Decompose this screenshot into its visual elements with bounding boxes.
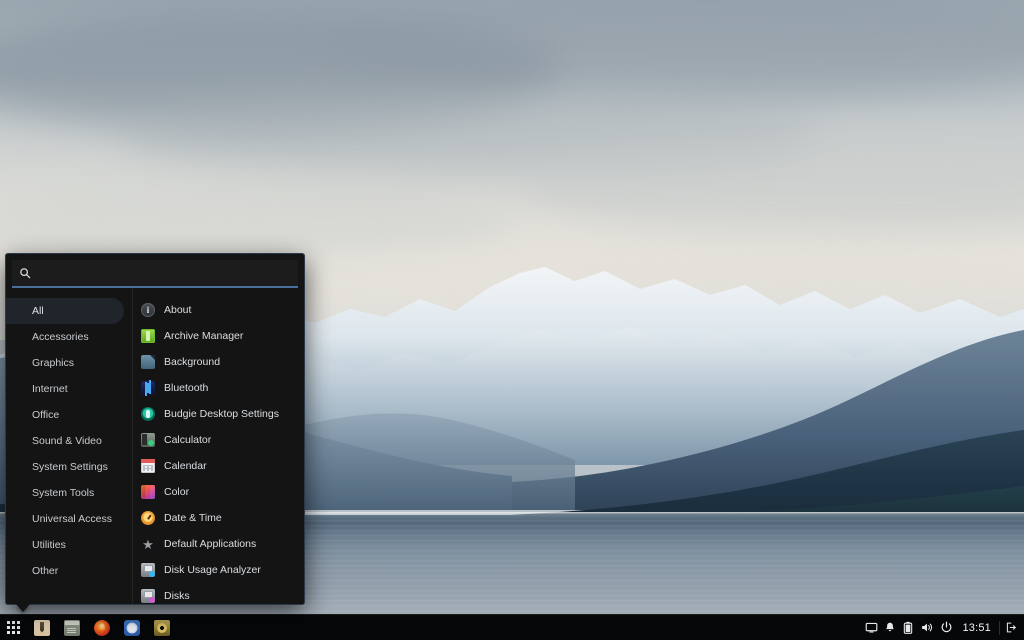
category-label: Graphics bbox=[32, 357, 74, 369]
app-item-background[interactable]: Background bbox=[133, 349, 304, 375]
media-launcher[interactable] bbox=[147, 615, 177, 640]
app-item-archive-manager[interactable]: Archive Manager bbox=[133, 323, 304, 349]
application-list[interactable]: About Archive Manager Background Bluetoo… bbox=[133, 288, 304, 604]
menu-body: All Accessories Graphics Internet Office… bbox=[6, 288, 304, 604]
category-label: Sound & Video bbox=[32, 435, 102, 447]
category-utilities[interactable]: Utilities bbox=[6, 532, 124, 558]
display-icon bbox=[865, 621, 878, 634]
category-all[interactable]: All bbox=[6, 298, 124, 324]
settings-gear-icon bbox=[124, 620, 140, 636]
volume-tray-button[interactable] bbox=[917, 615, 937, 640]
category-list[interactable]: All Accessories Graphics Internet Office… bbox=[6, 288, 133, 604]
category-label: Accessories bbox=[32, 331, 89, 343]
app-item-budgie-desktop-settings[interactable]: Budgie Desktop Settings bbox=[133, 401, 304, 427]
app-label: Disks bbox=[164, 590, 190, 602]
app-item-about[interactable]: About bbox=[133, 297, 304, 323]
category-label: All bbox=[32, 305, 44, 317]
files-icon bbox=[34, 620, 50, 636]
app-label: About bbox=[164, 304, 191, 316]
battery-icon bbox=[903, 621, 913, 635]
background-icon bbox=[141, 355, 155, 369]
star-icon bbox=[141, 537, 155, 551]
category-label: Other bbox=[32, 565, 58, 577]
category-label: System Tools bbox=[32, 487, 94, 499]
app-item-calendar[interactable]: Calendar bbox=[133, 453, 304, 479]
app-item-color[interactable]: Color bbox=[133, 479, 304, 505]
display-tray-button[interactable] bbox=[862, 615, 881, 640]
power-icon bbox=[940, 621, 953, 634]
category-universal-access[interactable]: Universal Access bbox=[6, 506, 124, 532]
tray-divider bbox=[999, 621, 1000, 635]
category-office[interactable]: Office bbox=[6, 402, 124, 428]
about-icon bbox=[141, 303, 155, 317]
logout-button[interactable] bbox=[1002, 615, 1020, 640]
firefox-launcher[interactable] bbox=[87, 615, 117, 640]
media-disc-icon bbox=[154, 620, 170, 636]
app-item-date-and-time[interactable]: Date & Time bbox=[133, 505, 304, 531]
category-label: Internet bbox=[32, 383, 68, 395]
app-label: Budgie Desktop Settings bbox=[164, 408, 279, 420]
calendar-icon bbox=[141, 459, 155, 473]
battery-tray-button[interactable] bbox=[899, 615, 917, 640]
bluetooth-icon bbox=[141, 381, 155, 395]
category-other[interactable]: Other bbox=[6, 558, 124, 584]
category-internet[interactable]: Internet bbox=[6, 376, 124, 402]
power-tray-button[interactable] bbox=[937, 615, 956, 640]
category-label: Office bbox=[32, 409, 59, 421]
panel-spacer bbox=[177, 615, 862, 640]
files-launcher[interactable] bbox=[27, 615, 57, 640]
volume-icon bbox=[920, 621, 934, 634]
taskbar-panel[interactable]: 13:51 bbox=[0, 614, 1024, 640]
app-item-calculator[interactable]: Calculator bbox=[133, 427, 304, 453]
applications-menu[interactable]: All Accessories Graphics Internet Office… bbox=[5, 253, 305, 605]
app-label: Calculator bbox=[164, 434, 211, 446]
search-bar[interactable] bbox=[12, 260, 298, 288]
category-accessories[interactable]: Accessories bbox=[6, 324, 124, 350]
category-system-tools[interactable]: System Tools bbox=[6, 480, 124, 506]
category-sound-and-video[interactable]: Sound & Video bbox=[6, 428, 124, 454]
clock[interactable]: 13:51 bbox=[956, 615, 997, 640]
app-item-bluetooth[interactable]: Bluetooth bbox=[133, 375, 304, 401]
archive-manager-icon bbox=[141, 329, 155, 343]
app-item-default-applications[interactable]: Default Applications bbox=[133, 531, 304, 557]
system-tray: 13:51 bbox=[862, 615, 1024, 640]
calculator-icon bbox=[141, 433, 155, 447]
app-label: Date & Time bbox=[164, 512, 222, 524]
disk-usage-analyzer-icon bbox=[141, 563, 155, 577]
app-label: Disk Usage Analyzer bbox=[164, 564, 261, 576]
app-grid-icon bbox=[7, 621, 20, 634]
search-input[interactable] bbox=[38, 261, 291, 285]
app-label: Background bbox=[164, 356, 220, 368]
category-label: System Settings bbox=[32, 461, 108, 473]
app-label: Calendar bbox=[164, 460, 207, 472]
date-and-time-icon bbox=[141, 511, 155, 525]
applications-menu-button[interactable] bbox=[0, 615, 27, 640]
category-label: Universal Access bbox=[32, 513, 112, 525]
firefox-icon bbox=[94, 620, 110, 636]
disks-icon bbox=[141, 589, 155, 603]
menu-pointer-tail bbox=[16, 604, 30, 612]
notifications-tray-button[interactable] bbox=[881, 615, 899, 640]
app-label: Color bbox=[164, 486, 189, 498]
app-label: Default Applications bbox=[164, 538, 256, 550]
text-editor-launcher[interactable] bbox=[57, 615, 87, 640]
panel-left-section bbox=[0, 615, 177, 640]
category-system-settings[interactable]: System Settings bbox=[6, 454, 124, 480]
app-label: Bluetooth bbox=[164, 382, 208, 394]
category-label: Utilities bbox=[32, 539, 66, 551]
color-icon bbox=[141, 485, 155, 499]
logout-icon bbox=[1005, 621, 1017, 634]
text-editor-icon bbox=[64, 620, 80, 636]
category-graphics[interactable]: Graphics bbox=[6, 350, 124, 376]
budgie-desktop-settings-icon bbox=[141, 407, 155, 421]
notifications-bell-icon bbox=[884, 621, 896, 634]
app-item-disks[interactable]: Disks bbox=[133, 583, 304, 604]
app-label: Archive Manager bbox=[164, 330, 243, 342]
search-icon bbox=[19, 267, 31, 279]
settings-launcher[interactable] bbox=[117, 615, 147, 640]
app-item-disk-usage-analyzer[interactable]: Disk Usage Analyzer bbox=[133, 557, 304, 583]
